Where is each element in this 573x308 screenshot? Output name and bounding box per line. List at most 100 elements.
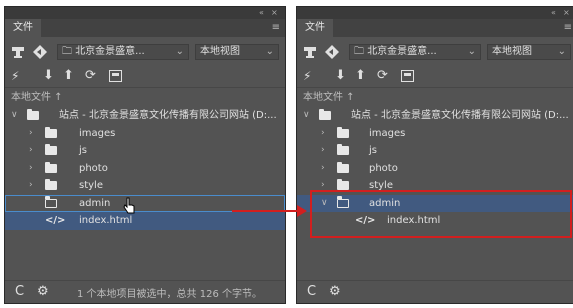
- close-icon[interactable]: ×: [563, 7, 570, 19]
- tree-row-index[interactable]: </> index.html: [5, 212, 285, 230]
- refresh-icon[interactable]: ⟳: [85, 67, 96, 85]
- files-panel-before: « × 文件 ≡ 🗀 北京金景盛意... ⌄ 本地视图 ⌄ ⚡ ⬇ ⬆ ⟳ 本地…: [4, 6, 286, 304]
- chevron-right-icon[interactable]: ›: [321, 142, 325, 160]
- gear-icon[interactable]: ⚙: [37, 283, 49, 301]
- folder-icon: [337, 161, 349, 173]
- folder-icon: [45, 126, 57, 138]
- chevron-right-icon[interactable]: ›: [321, 160, 325, 178]
- toolbar-actions-row: ⚡ ⬇ ⬆ ⟳: [297, 67, 573, 85]
- site-select-value: 北京金景盛意...: [75, 46, 145, 57]
- panel-status-bar: C ⚙: [297, 280, 573, 303]
- tree-row-images[interactable]: › images: [297, 125, 573, 143]
- site-folder-icon: [319, 109, 331, 120]
- folder-icon: 🗀: [354, 46, 364, 57]
- tree-row-photo[interactable]: › photo: [5, 160, 285, 178]
- panel-top-strip: « ×: [297, 7, 573, 19]
- up-arrow-icon[interactable]: ⬆: [355, 67, 366, 85]
- folder-icon: [45, 179, 57, 190]
- tab-files[interactable]: 文件: [5, 19, 41, 37]
- tree-row-site[interactable]: ∨ 站点 - 北京金景盛意文化传播有限公司网站 (D:...: [297, 107, 573, 125]
- local-files-label[interactable]: 本地文件 ↑: [11, 91, 63, 105]
- site-label: 站点 - 北京金景盛意文化传播有限公司网站 (D:...: [59, 110, 277, 121]
- tree-label: images: [369, 127, 406, 139]
- site-select-value: 北京金景盛意...: [367, 46, 437, 57]
- view-select[interactable]: 本地视图 ⌄: [195, 44, 279, 60]
- tree-row-site[interactable]: ∨ 站点 - 北京金景盛意文化传播有限公司网站 (D:...: [5, 107, 285, 125]
- toolbar-actions-row: ⚡ ⬇ ⬆ ⟳: [5, 67, 285, 85]
- view-select-value: 本地视图: [200, 46, 240, 57]
- tree-label: admin: [79, 197, 111, 209]
- site-label: 站点 - 北京金景盛意文化传播有限公司网站 (D:...: [351, 110, 569, 121]
- panel-menu-icon[interactable]: ≡: [564, 21, 572, 35]
- folder-icon: 🗀: [62, 46, 72, 57]
- divider: [297, 87, 573, 88]
- chevron-down-icon[interactable]: ∨: [303, 107, 310, 125]
- plug-icon[interactable]: [303, 43, 317, 65]
- c-icon[interactable]: C: [307, 283, 316, 301]
- view-select[interactable]: 本地视图 ⌄: [487, 44, 571, 60]
- panel-titlebar: 文件 ≡: [5, 19, 285, 37]
- folder-icon: [337, 179, 349, 190]
- chevron-down-icon[interactable]: ∨: [11, 107, 18, 125]
- panel-titlebar: 文件 ≡: [297, 19, 573, 37]
- folder-icon: [45, 144, 57, 155]
- tree-label: style: [79, 180, 103, 191]
- down-arrow-icon[interactable]: ⬇: [335, 67, 346, 85]
- disconnect-icon[interactable]: ⚡: [303, 67, 311, 85]
- chevron-right-icon[interactable]: ›: [29, 142, 33, 160]
- refresh-icon[interactable]: ⟳: [377, 67, 388, 85]
- expand-icon[interactable]: [109, 67, 122, 88]
- down-arrow-icon[interactable]: ⬇: [43, 67, 54, 85]
- toolbar-site-row: 🗀 北京金景盛意... ⌄ 本地视图 ⌄: [5, 43, 285, 61]
- panel-top-strip: « ×: [5, 7, 285, 19]
- folder-icon: [45, 161, 57, 173]
- collapse-icon[interactable]: «: [259, 7, 264, 19]
- disconnect-icon[interactable]: ⚡: [11, 67, 19, 85]
- view-select-value: 本地视图: [492, 46, 532, 57]
- tree-label: js: [369, 145, 377, 156]
- site-select[interactable]: 🗀 北京金景盛意... ⌄: [349, 44, 481, 60]
- c-icon[interactable]: C: [15, 283, 24, 301]
- mouse-cursor-icon: [122, 197, 136, 218]
- panel-menu-icon[interactable]: ≡: [272, 21, 280, 35]
- chevron-down-icon: ⌄: [557, 46, 566, 57]
- tab-files[interactable]: 文件: [297, 19, 333, 37]
- files-panel-after: « × 文件 ≡ 🗀 北京金景盛意... ⌄ 本地视图 ⌄ ⚡ ⬇ ⬆ ⟳ 本地…: [296, 6, 573, 304]
- site-select[interactable]: 🗀 北京金景盛意... ⌄: [57, 44, 189, 60]
- arrows-icon[interactable]: [33, 43, 47, 65]
- status-text: 1 个本地项目被选中，总共 126 个字节。: [77, 289, 262, 300]
- tree-row-photo[interactable]: › photo: [297, 160, 573, 178]
- arrow-line: [232, 210, 300, 212]
- code-file-icon: </>: [45, 215, 66, 226]
- tree-row-images[interactable]: › images: [5, 125, 285, 143]
- tree-label: photo: [79, 162, 108, 174]
- divider: [5, 87, 285, 88]
- tree-row-style[interactable]: › style: [5, 177, 285, 195]
- chevron-down-icon: ⌄: [175, 46, 184, 57]
- chevron-down-icon: ⌄: [265, 46, 274, 57]
- site-folder-icon: [27, 109, 39, 120]
- collapse-icon[interactable]: «: [551, 7, 556, 19]
- plug-icon[interactable]: [11, 43, 25, 65]
- highlight-box: [310, 190, 572, 238]
- gear-icon[interactable]: ⚙: [329, 283, 341, 301]
- chevron-down-icon: ⌄: [467, 46, 476, 57]
- expand-icon[interactable]: [401, 67, 414, 88]
- up-arrow-icon[interactable]: ⬆: [63, 67, 74, 85]
- chevron-right-icon[interactable]: ›: [29, 177, 33, 195]
- folder-open-icon: [44, 196, 57, 208]
- chevron-right-icon[interactable]: ›: [29, 160, 33, 178]
- folder-icon: [337, 126, 349, 138]
- tree-row-js[interactable]: › js: [297, 142, 573, 160]
- panel-status-bar: C ⚙ 1 个本地项目被选中，总共 126 个字节。: [5, 280, 285, 303]
- chevron-right-icon[interactable]: ›: [321, 125, 325, 143]
- toolbar-site-row: 🗀 北京金景盛意... ⌄ 本地视图 ⌄: [297, 43, 573, 61]
- local-files-label[interactable]: 本地文件 ↑: [303, 91, 355, 105]
- tree-label: js: [79, 145, 87, 156]
- chevron-right-icon[interactable]: ›: [29, 125, 33, 143]
- tree-row-js[interactable]: › js: [5, 142, 285, 160]
- tree-label: images: [79, 127, 116, 139]
- tree-label: photo: [369, 162, 398, 174]
- close-icon[interactable]: ×: [271, 7, 278, 19]
- arrows-icon[interactable]: [325, 43, 339, 65]
